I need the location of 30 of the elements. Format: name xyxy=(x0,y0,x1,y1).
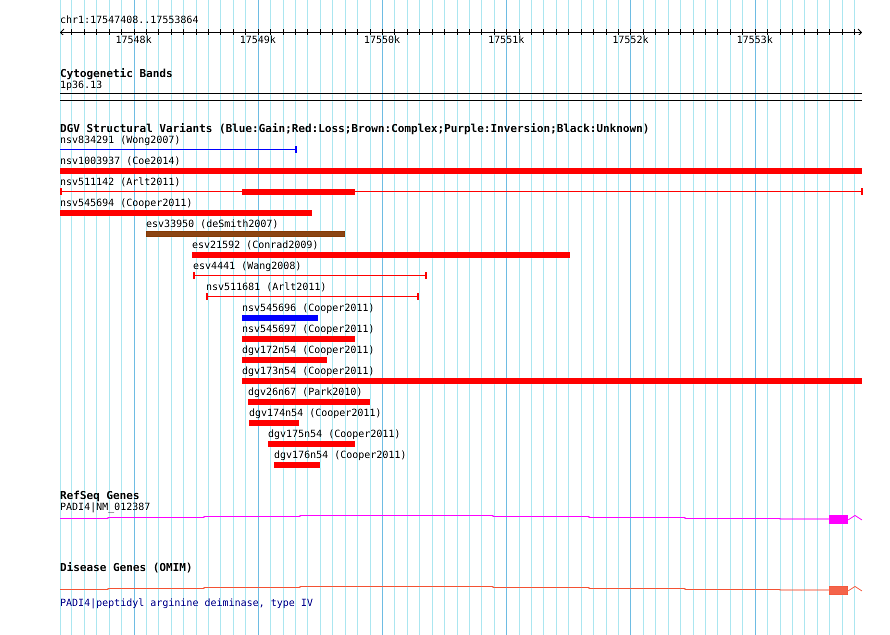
variant-label: nsv545696 (Cooper2011) xyxy=(242,303,374,315)
tick-label: 17553k xyxy=(736,35,773,47)
variant-label: nsv834291 (Wong2007) xyxy=(60,135,180,147)
tick-label: 17548k xyxy=(115,35,152,47)
variant-label: esv4441 (Wang2008) xyxy=(193,261,302,273)
variant-label: dgv174n54 (Cooper2011) xyxy=(249,408,382,420)
variant-label: nsv511142 (Arlt2011) xyxy=(60,177,180,189)
variant-label: dgv173n54 (Cooper2011) xyxy=(242,366,374,378)
tick-label: 17552k xyxy=(612,35,648,47)
variant-label: dgv172n54 (Cooper2011) xyxy=(242,345,374,357)
band-label: 1p36.13 xyxy=(60,80,102,92)
variant-label: dgv175n54 (Cooper2011) xyxy=(268,429,400,441)
position-label: chr1:17547408..17553864 xyxy=(60,15,198,27)
variant-label: nsv511681 (Arlt2011) xyxy=(206,282,326,294)
variant-label: dgv26n67 (Park2010) xyxy=(248,387,362,399)
variant-label: nsv545694 (Cooper2011) xyxy=(60,198,192,210)
track-title: RefSeq Genes xyxy=(60,489,140,502)
variant-label: esv21592 (Conrad2009) xyxy=(192,240,318,252)
variant-label: dgv176n54 (Cooper2011) xyxy=(274,450,406,462)
tick-label: 17550k xyxy=(364,35,400,47)
variant-label: esv33950 (deSmith2007) xyxy=(146,219,278,231)
variant-label: nsv1003937 (Coe2014) xyxy=(60,156,180,168)
gene-label: PADI4|peptidyl arginine deiminase, type IV xyxy=(60,598,313,610)
tick-label: 17549k xyxy=(240,35,276,47)
tick-label: 17551k xyxy=(488,35,524,47)
gene-label: PADI4|NM_012387 xyxy=(60,502,150,514)
track-title: DGV Structural Variants (Blue:Gain;Red:Loss;Brown:Complex;Purple:Inversion;Black:Unknown) xyxy=(60,122,650,135)
track-title: Cytogenetic Bands xyxy=(60,67,173,80)
track-title: Disease Genes (OMIM) xyxy=(60,561,192,574)
variant-label: nsv545697 (Cooper2011) xyxy=(242,324,374,336)
